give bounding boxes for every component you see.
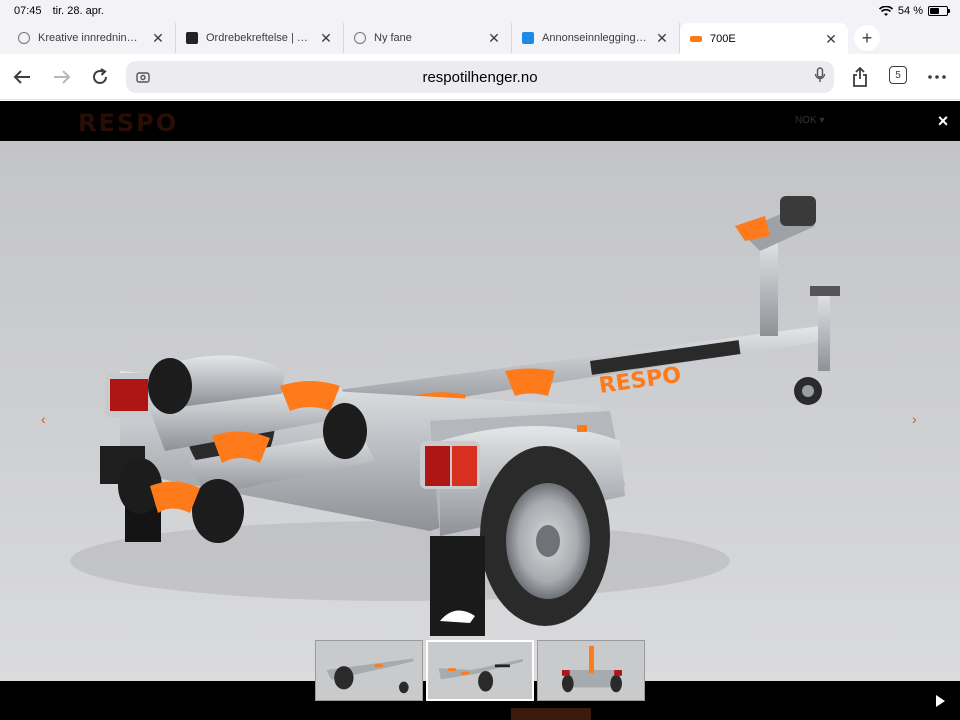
site-logo[interactable]: RESPO [78,109,178,137]
tab-title: Annonseinnlegging | FINN [542,32,647,44]
tab-title: Ny fane [374,32,412,44]
trailer-illustration: RESPO [70,196,840,636]
page-cta-strip [511,708,591,720]
close-tab-icon[interactable]: ✕ [487,30,501,47]
back-button[interactable] [10,65,34,89]
site-header: RESPO NOK ▾ [0,101,960,141]
share-icon [853,67,867,87]
tab-title: Kreative innredningsideer [38,32,143,44]
address-bar[interactable]: respotilhenger.no [126,61,834,93]
battery-icon [928,6,950,16]
respo-favicon-icon [690,36,702,42]
tab-title: Ordrebekreftelse | Mega [206,32,311,44]
globe-icon [354,32,366,44]
next-image-button[interactable]: › [912,411,917,427]
forward-button[interactable] [50,65,74,89]
finn-icon [522,32,534,44]
header-currency[interactable]: NOK ▾ [795,115,824,126]
tab-overview-button[interactable]: 5 [889,66,907,84]
lightbox-close-button[interactable]: × [934,111,952,131]
close-tab-icon[interactable]: ✕ [824,31,838,48]
microphone-icon[interactable] [814,67,826,86]
thumbnail-1[interactable] [315,640,423,701]
status-bar: 07:45 tir. 28. apr. 54 % [0,0,960,22]
lightbox-image: RESPO ‹ › [0,141,960,681]
close-tab-icon[interactable]: ✕ [655,30,669,47]
wifi-icon [878,5,893,16]
close-tab-icon[interactable]: ✕ [319,30,333,47]
tab-ordrebekreftelse[interactable]: Ordrebekreftelse | Mega ✕ [176,23,344,53]
tab-kreative[interactable]: Kreative innredningsideer ✕ [8,23,176,53]
close-tab-icon[interactable]: ✕ [151,30,165,47]
share-button[interactable] [848,65,872,89]
reload-button[interactable] [88,65,112,89]
globe-icon [18,32,30,44]
new-tab-button[interactable]: + [854,25,880,51]
more-button[interactable] [925,65,949,89]
slideshow-play-icon[interactable] [936,695,945,707]
thumbnail-strip [315,640,645,701]
browser-toolbar: respotilhenger.no [0,54,960,100]
tab-ny-fane[interactable]: Ny fane ✕ [344,23,512,53]
reload-icon [93,68,107,84]
status-time: 07:45 [14,5,42,17]
previous-image-button[interactable]: ‹ [41,411,46,427]
url-text: respotilhenger.no [422,69,538,86]
more-icon [928,75,946,79]
mega-icon [186,32,198,44]
tab-annonseinnlegging[interactable]: Annonseinnlegging | FINN ✕ [512,23,680,53]
tab-bar: Kreative innredningsideer ✕ Ordrebekreft… [0,22,960,55]
status-date: tir. 28. apr. [52,5,104,17]
tab-700e[interactable]: 700E ✕ [680,23,848,55]
battery-percentage: 54 % [897,5,923,17]
arrow-left-icon [13,70,30,84]
arrow-right-icon [54,70,71,84]
thumbnail-3[interactable] [537,640,645,701]
thumbnail-2[interactable] [426,640,534,701]
tab-title: 700E [710,33,736,45]
